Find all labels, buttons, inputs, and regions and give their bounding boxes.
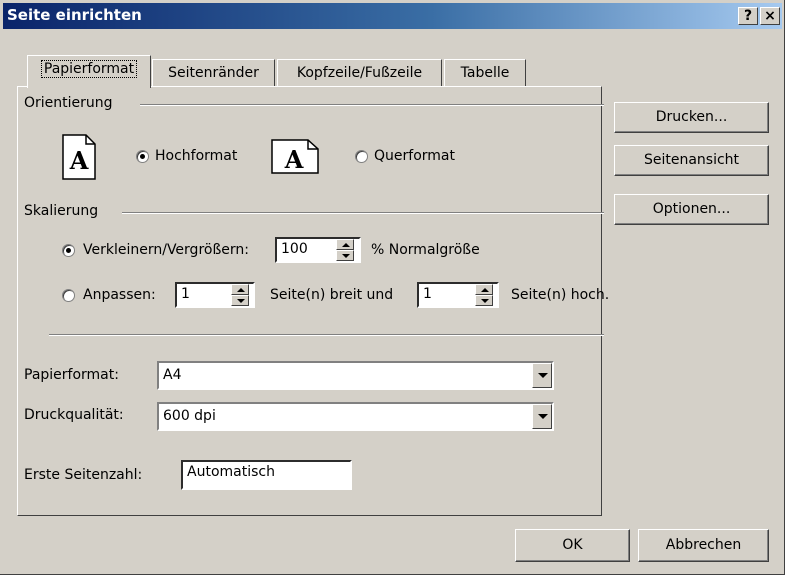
- print-button-label: Drucken...: [655, 109, 728, 125]
- print-quality-value: 600 dpi: [163, 408, 216, 424]
- portrait-radio[interactable]: [136, 150, 149, 163]
- tab-label: Seitenränder: [168, 65, 259, 81]
- fit-pages-wide-spinner[interactable]: [231, 284, 249, 306]
- tab-tabelle[interactable]: Tabelle: [444, 59, 526, 87]
- orientation-divider: [140, 104, 604, 106]
- scale-percent-spinner[interactable]: [336, 239, 354, 261]
- tab-label: Tabelle: [460, 65, 510, 81]
- tab-label: Papierformat: [40, 60, 138, 78]
- chevron-down-icon[interactable]: [532, 404, 552, 429]
- reduce-enlarge-radio[interactable]: [62, 244, 75, 257]
- first-page-number-value: Automatisch: [187, 464, 275, 480]
- portrait-page-icon: A: [62, 134, 96, 180]
- help-button[interactable]: ?: [738, 7, 758, 25]
- cancel-button[interactable]: Abbrechen: [638, 529, 769, 562]
- paper-size-label: Papierformat:: [24, 367, 119, 383]
- tab-seitenraender[interactable]: Seitenränder: [152, 59, 275, 87]
- fit-to-radio[interactable]: [62, 289, 75, 302]
- scale-percent-suffix: % Normalgröße: [371, 242, 480, 258]
- portrait-icon-letter: A: [69, 146, 89, 175]
- options-button[interactable]: Optionen...: [614, 194, 769, 225]
- scaling-group-label: Skalierung: [24, 203, 105, 219]
- spin-up-icon[interactable]: [336, 239, 354, 250]
- landscape-icon-letter: A: [284, 145, 304, 174]
- first-page-number-input[interactable]: Automatisch: [181, 460, 352, 490]
- tab-papierformat[interactable]: Papierformat: [27, 55, 151, 88]
- orientation-group-label: Orientierung: [24, 95, 119, 111]
- paper-size-value: A4: [163, 367, 182, 383]
- fit-pages-wide-value: 1: [181, 286, 190, 302]
- title-bar[interactable]: Seite einrichten ? ×: [3, 3, 782, 29]
- landscape-label[interactable]: Querformat: [374, 148, 455, 164]
- fit-pages-wide-suffix: Seite(n) breit und: [270, 287, 394, 303]
- ok-button-label: OK: [562, 537, 583, 553]
- print-quality-select[interactable]: 600 dpi: [157, 402, 554, 431]
- landscape-radio[interactable]: [355, 150, 368, 163]
- chevron-down-icon[interactable]: [532, 363, 552, 388]
- spin-down-icon[interactable]: [231, 295, 249, 306]
- page-setup-dialog: Seite einrichten ? × Papierformat Seiten…: [0, 0, 785, 575]
- first-page-number-label: Erste Seitenzahl:: [24, 467, 143, 483]
- close-button[interactable]: ×: [760, 7, 780, 25]
- print-preview-button-label: Seitenansicht: [643, 152, 740, 168]
- paper-size-select[interactable]: A4: [157, 361, 554, 390]
- print-button[interactable]: Drucken...: [614, 102, 769, 133]
- scaling-divider: [122, 212, 604, 214]
- tab-label: Kopfzeile/Fußzeile: [296, 65, 423, 81]
- window-title: Seite einrichten: [7, 6, 142, 24]
- print-preview-button[interactable]: Seitenansicht: [614, 145, 769, 176]
- scale-percent-value: 100: [281, 241, 308, 257]
- ok-button[interactable]: OK: [515, 529, 630, 562]
- print-quality-label: Druckqualität:: [24, 407, 124, 423]
- cancel-button-label: Abbrechen: [665, 537, 742, 553]
- spin-up-icon[interactable]: [231, 284, 249, 295]
- tab-kopfzeile-fusszeile[interactable]: Kopfzeile/Fußzeile: [277, 59, 442, 87]
- section-divider: [49, 334, 604, 336]
- fit-pages-tall-spinner[interactable]: [475, 284, 493, 306]
- spin-up-icon[interactable]: [475, 284, 493, 295]
- spin-down-icon[interactable]: [336, 250, 354, 261]
- portrait-label[interactable]: Hochformat: [155, 148, 237, 164]
- fit-to-label[interactable]: Anpassen:: [83, 287, 156, 303]
- spin-down-icon[interactable]: [475, 295, 493, 306]
- fit-pages-tall-value: 1: [423, 286, 432, 302]
- reduce-enlarge-label[interactable]: Verkleinern/Vergrößern:: [83, 242, 249, 258]
- options-button-label: Optionen...: [652, 201, 731, 217]
- fit-pages-tall-suffix: Seite(n) hoch.: [511, 287, 610, 303]
- landscape-page-icon: A: [271, 139, 319, 174]
